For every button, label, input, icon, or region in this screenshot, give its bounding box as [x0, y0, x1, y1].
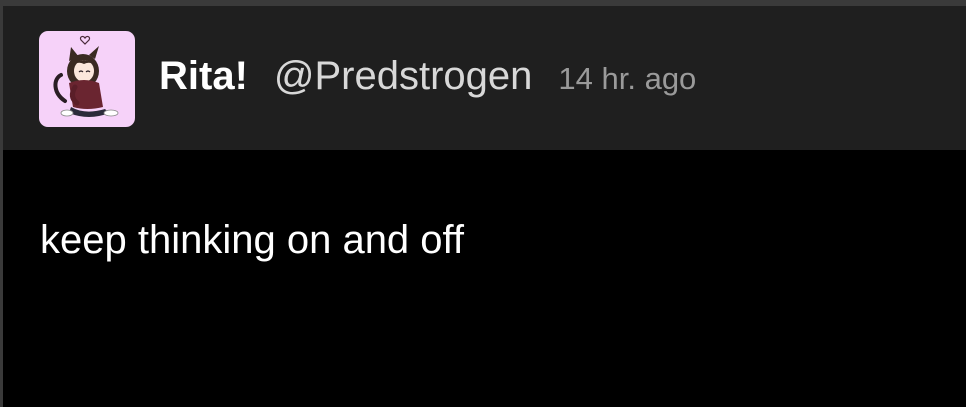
post-body-text: keep thinking on and off — [40, 218, 465, 262]
post-card: Rita! @Predstrogen 14 hr. ago keep think… — [0, 0, 966, 407]
cat-girl-avatar-icon — [53, 35, 119, 117]
post-timestamp[interactable]: 14 hr. ago — [558, 61, 696, 97]
author-row: Rita! @Predstrogen 14 hr. ago — [159, 54, 696, 104]
post-header: Rita! @Predstrogen 14 hr. ago — [3, 6, 966, 150]
author-handle[interactable]: @Predstrogen — [274, 54, 533, 99]
author-display-name[interactable]: Rita! — [159, 54, 248, 99]
avatar[interactable] — [39, 31, 135, 127]
